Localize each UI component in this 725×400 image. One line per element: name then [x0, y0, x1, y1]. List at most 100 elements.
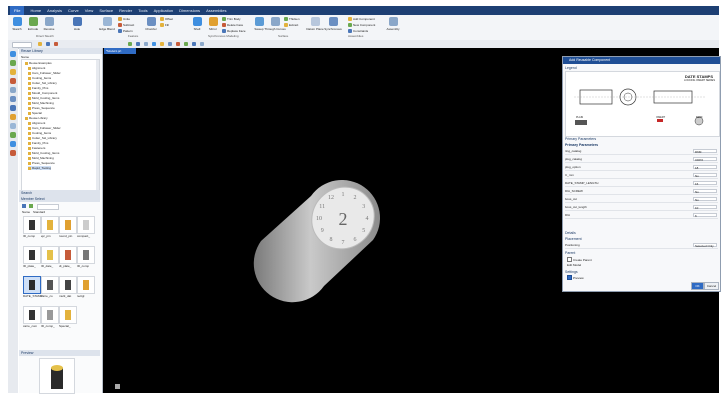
menu-tools[interactable]: Tools	[138, 8, 147, 13]
tree-row[interactable]: Press_Sequence	[28, 106, 55, 110]
library-member[interactable]	[41, 276, 59, 294]
library-member[interactable]	[77, 276, 95, 294]
roles-icon[interactable]	[10, 123, 16, 129]
preview-checkbox[interactable]: Preview	[567, 275, 584, 280]
rotate-icon[interactable]	[136, 42, 140, 46]
library-member[interactable]	[23, 306, 41, 324]
library-member[interactable]	[41, 216, 59, 234]
triad-icon[interactable]	[115, 384, 120, 389]
pattern-button[interactable]: Pattern	[118, 29, 133, 33]
reuse-library-icon[interactable]	[10, 78, 16, 84]
settings-icon[interactable]	[10, 150, 16, 156]
library-member[interactable]	[59, 306, 77, 324]
system-materials-icon[interactable]	[10, 105, 16, 111]
parameter-value-field[interactable]: No	[693, 197, 717, 202]
settings-section[interactable]: Settings	[565, 270, 578, 274]
chamfer-button[interactable]: Chamfer	[144, 17, 158, 31]
constraints-button[interactable]: Constraints	[348, 29, 368, 33]
library-member[interactable]	[59, 216, 77, 234]
menu-view[interactable]: View	[85, 8, 94, 13]
tree-row[interactable]: Special	[28, 111, 42, 115]
details-section[interactable]: Details	[565, 231, 576, 235]
add-component-button[interactable]: Add Component	[348, 17, 375, 21]
date-stamp-model[interactable]: 123456789101112 2	[253, 174, 387, 303]
extract-button[interactable]: Extract	[284, 23, 298, 27]
ok-button[interactable]: OK	[691, 282, 704, 290]
positioning-dropdown[interactable]: Selected Only	[693, 243, 717, 248]
revolve-button[interactable]: Revolve	[42, 17, 56, 31]
part-tab[interactable]: *Model1.prt	[104, 48, 136, 54]
view-mode-icon[interactable]	[22, 204, 26, 208]
library-member[interactable]	[41, 246, 59, 264]
parameter-value-field[interactable]: 6	[693, 213, 717, 218]
parent-section[interactable]: Parent	[565, 251, 575, 255]
tree-row[interactable]: Cooling_Items	[28, 76, 51, 80]
shell-button[interactable]: Shell	[190, 17, 204, 31]
hole-button[interactable]: Hole	[70, 17, 84, 31]
tree-row[interactable]: Press_Sequence	[28, 161, 55, 165]
tree-row[interactable]: Cutter_Ssl_Library	[28, 136, 57, 140]
create-parent-checkbox[interactable]: Create Parent	[567, 257, 592, 262]
snap-icon[interactable]	[54, 42, 58, 46]
placement-section[interactable]: Placement	[565, 237, 582, 241]
menu-dimensions[interactable]: Dimensions	[179, 8, 200, 13]
tree-row[interactable]: Alignment	[28, 66, 45, 70]
menu-analysis[interactable]: Analysis	[47, 8, 62, 13]
datum-plane-button[interactable]: Datum Plane	[306, 17, 324, 31]
history-icon[interactable]	[10, 87, 16, 93]
tree-row-selected[interactable]: Rapid_Tooling	[28, 166, 52, 170]
process-studio-icon[interactable]	[10, 114, 16, 120]
menu-render[interactable]: Render	[119, 8, 132, 13]
library-tree[interactable]: Reuse Examples Alignment Cam_Follower_Sl…	[21, 59, 100, 191]
synchronous-button[interactable]: Synchronous	[324, 17, 342, 31]
legend-section-label[interactable]: Legend	[565, 66, 577, 70]
menu-curve[interactable]: Curve	[68, 8, 79, 13]
tree-row[interactable]: Fasteners	[28, 146, 45, 150]
tree-row[interactable]: Mold_Cooling_Items	[28, 151, 59, 155]
fill-button[interactable]: Fill	[160, 23, 169, 27]
filter-icon[interactable]	[29, 204, 33, 208]
menu-application[interactable]: Application	[154, 8, 174, 13]
through-curves-button[interactable]: Through Curves	[264, 17, 286, 31]
view-orient-icon[interactable]	[160, 42, 164, 46]
edit-model-button[interactable]: Edit Model	[567, 263, 581, 267]
tree-row[interactable]: Cam_Follower_Slider	[28, 126, 61, 130]
show-hide-icon[interactable]	[200, 42, 204, 46]
parameter-value-field[interactable]: D6M	[693, 149, 717, 154]
sensors-icon[interactable]	[10, 141, 16, 147]
library-member[interactable]	[23, 216, 41, 234]
edge-blend-button[interactable]: Edge Blend	[99, 17, 115, 31]
file-menu[interactable]: File	[10, 6, 25, 15]
mirror-button[interactable]: Mirror	[206, 17, 220, 31]
sketch-button[interactable]: Sketch	[10, 17, 24, 31]
tree-scrollbar[interactable]	[96, 60, 99, 190]
library-member[interactable]	[41, 306, 59, 324]
tree-row[interactable]: Alignment	[28, 121, 45, 125]
new-component-button[interactable]: New Component	[348, 23, 375, 27]
library-member[interactable]	[77, 246, 95, 264]
tree-row[interactable]: Mould_Component	[28, 91, 57, 95]
tree-row[interactable]: Family_Pins	[28, 141, 48, 145]
extrude-button[interactable]: Extrude	[26, 17, 40, 31]
library-member[interactable]	[59, 246, 77, 264]
render-style-icon[interactable]	[168, 42, 172, 46]
parameter-value-field[interactable]: CDP2	[693, 157, 717, 162]
subtract-button[interactable]: Subtract	[118, 23, 134, 27]
parameter-value-field[interactable]: 16	[693, 181, 717, 186]
measure-icon[interactable]	[192, 42, 196, 46]
tree-row[interactable]: Reuse Examples	[25, 61, 52, 65]
zoom-icon[interactable]	[128, 42, 132, 46]
section-icon[interactable]	[176, 42, 180, 46]
tree-row[interactable]: Cutter_Ssl_Library	[28, 81, 57, 85]
select-icon[interactable]	[46, 42, 50, 46]
filter-icon[interactable]	[38, 42, 42, 46]
layer-icon[interactable]	[184, 42, 188, 46]
tree-row[interactable]: Mold_Machining	[28, 101, 54, 105]
tree-row[interactable]: Reuse Library	[25, 116, 48, 120]
constraint-navigator-icon[interactable]	[10, 60, 16, 66]
parameter-value-field[interactable]: 18	[693, 165, 717, 170]
library-member[interactable]	[23, 246, 41, 264]
replace-face-button[interactable]: Replace Face	[222, 29, 246, 33]
parameter-value-field[interactable]: No	[693, 173, 717, 178]
tree-row[interactable]: Mold_Machining	[28, 156, 54, 160]
